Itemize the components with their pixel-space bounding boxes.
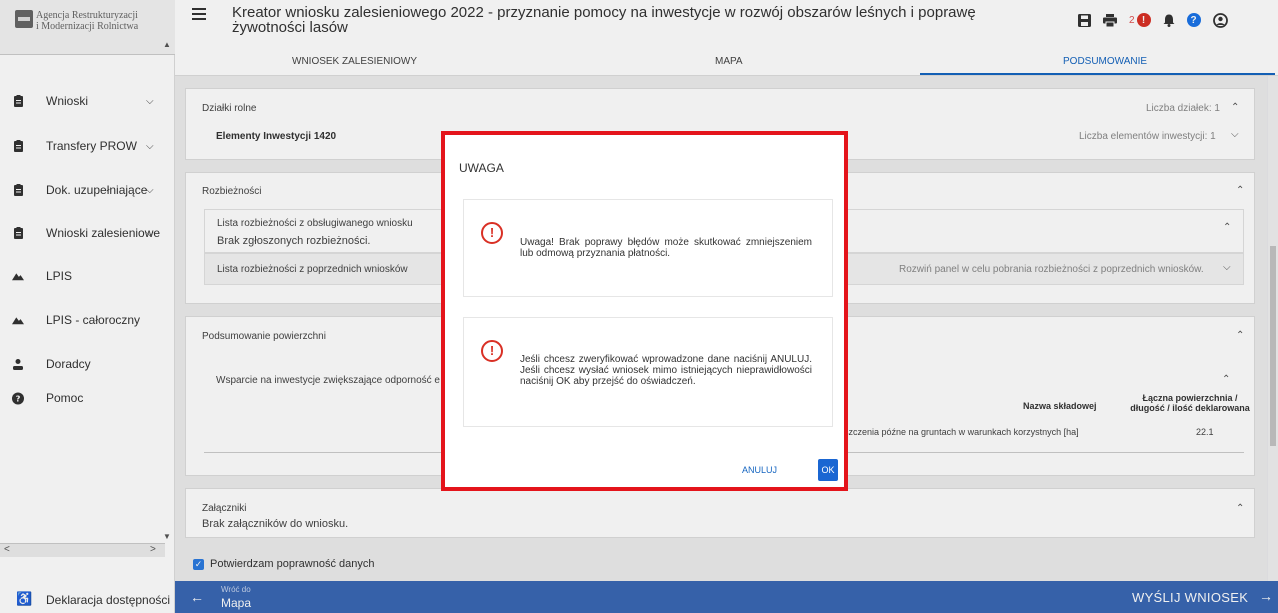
warning-icon: ! bbox=[481, 222, 503, 244]
warning-icon: ! bbox=[481, 340, 503, 362]
warning-message-1: ! Uwaga! Brak poprawy błędów może skutko… bbox=[463, 199, 833, 297]
ok-button[interactable]: OK bbox=[818, 459, 838, 481]
warning-dialog: UWAGA ! Uwaga! Brak poprawy błędów może … bbox=[441, 131, 848, 491]
warning-message-2-text: Jeśli chcesz zweryfikować wprowadzone da… bbox=[520, 354, 812, 387]
warning-message-2: ! Jeśli chcesz zweryfikować wprowadzone … bbox=[463, 317, 833, 427]
cancel-button[interactable]: ANULUJ bbox=[742, 465, 777, 475]
warning-message-1-text: Uwaga! Brak poprawy błędów może skutkowa… bbox=[520, 237, 812, 259]
dialog-title: UWAGA bbox=[459, 161, 504, 175]
